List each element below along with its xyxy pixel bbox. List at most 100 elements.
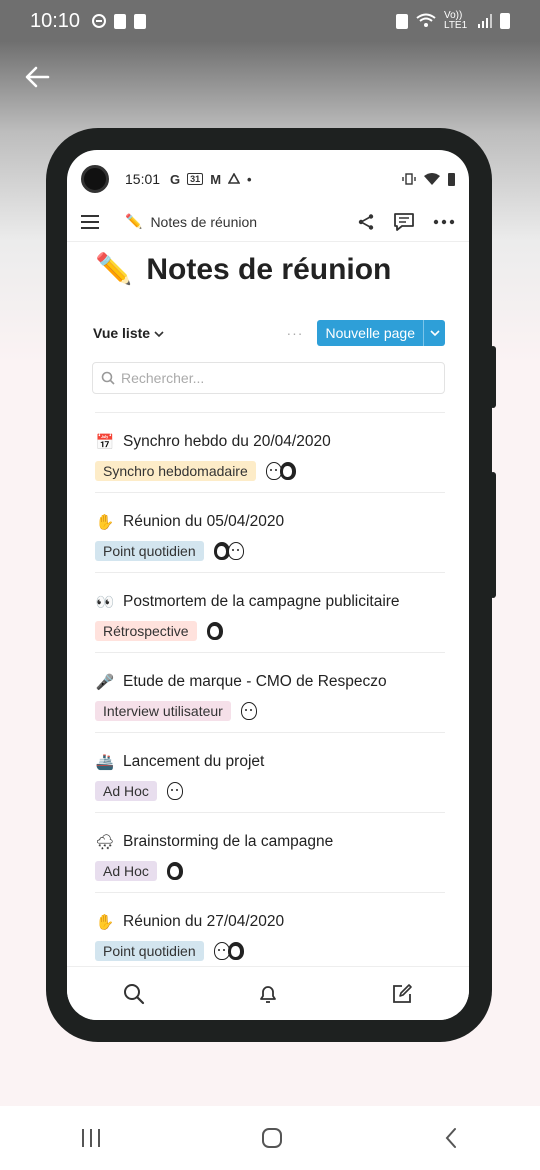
notification-app-icon xyxy=(134,13,147,29)
list-item-meta: Point quotidien xyxy=(95,941,445,961)
list-item-title-row: ✋ Réunion du 05/04/2020 xyxy=(95,513,445,531)
view-toolbar: Vue liste ··· Nouvelle page xyxy=(93,320,445,346)
home-icon[interactable] xyxy=(260,1126,284,1150)
list-item-title: Etude de marque - CMO de Respeczo xyxy=(123,673,387,690)
list-item[interactable]: 🎤 Etude de marque - CMO de Respeczo Inte… xyxy=(95,652,445,732)
list-item-title-row: 🚢 Lancement du projet xyxy=(95,753,445,771)
search-icon[interactable] xyxy=(122,982,146,1006)
alarm-icon xyxy=(396,13,408,29)
hamburger-menu-icon[interactable] xyxy=(81,214,99,229)
avatar xyxy=(166,862,183,880)
system-nav-bar xyxy=(0,1106,540,1170)
notes-list: 📅 Synchro hebdo du 20/04/2020 Synchro he… xyxy=(95,412,445,972)
list-item-meta: Ad Hoc xyxy=(95,861,445,881)
list-item-title: Réunion du 27/04/2020 xyxy=(123,913,285,930)
list-item-title-row: 🎤 Etude de marque - CMO de Respeczo xyxy=(95,673,445,691)
network-label: Vo)) LTE1 xyxy=(444,10,468,31)
view-label: Vue liste xyxy=(93,325,151,341)
back-arrow-icon[interactable] xyxy=(22,62,52,92)
list-item-meta: Ad Hoc xyxy=(95,781,445,801)
page-title: ✏️ Notes de réunion xyxy=(95,252,391,287)
list-item[interactable]: ✋ Réunion du 27/04/2020 Point quotidien xyxy=(95,892,445,972)
tag-badge: Interview utilisateur xyxy=(95,701,231,721)
tag-badge: Synchro hebdomadaire xyxy=(95,461,256,481)
list-item[interactable]: 🌨 Brainstorming de la campagne Ad Hoc xyxy=(95,812,445,892)
recent-apps-icon[interactable] xyxy=(79,1127,103,1149)
new-page-label: Nouvelle page xyxy=(325,325,415,341)
more-horizontal-icon[interactable] xyxy=(433,219,455,225)
list-item[interactable]: 👀 Postmortem de la campagne publicitaire… xyxy=(95,572,445,652)
list-item-title: Postmortem de la campagne publicitaire xyxy=(123,593,400,610)
list-item-title: Synchro hebdo du 20/04/2020 xyxy=(123,433,331,450)
signal-icon xyxy=(478,14,492,28)
phone-volume-button xyxy=(490,472,496,598)
device-time: 10:10 xyxy=(30,9,81,32)
device-status-bar: 10:10 Vo)) LTE1 xyxy=(0,0,540,42)
list-item[interactable]: ✋ Réunion du 05/04/2020 Point quotidien xyxy=(95,492,445,572)
list-item-title-row: ✋ Réunion du 27/04/2020 xyxy=(95,913,445,931)
tag-badge: Ad Hoc xyxy=(95,861,157,881)
list-item-title-row: 📅 Synchro hebdo du 20/04/2020 xyxy=(95,433,445,451)
avatar xyxy=(206,622,223,640)
microphone-icon: 🎤 xyxy=(95,674,115,691)
list-item-title: Lancement du projet xyxy=(123,753,265,770)
eyes-icon: 👀 xyxy=(95,594,115,611)
raised-hand-icon: ✋ xyxy=(95,914,115,931)
back-icon[interactable] xyxy=(441,1127,461,1149)
breadcrumb[interactable]: ✏️ Notes de réunion xyxy=(125,213,257,230)
compose-icon[interactable] xyxy=(390,982,414,1006)
tag-badge: Point quotidien xyxy=(95,541,204,561)
bell-icon[interactable] xyxy=(256,982,280,1006)
phone-screen: 15:01 G 31 M • ✏️ Notes de réunion ✏️ No… xyxy=(67,150,469,1020)
avatar-group xyxy=(206,622,223,640)
inner-status-bar: 15:01 G 31 M • xyxy=(125,168,455,190)
app-topbar: ✏️ Notes de réunion xyxy=(67,202,469,242)
chevron-down-icon xyxy=(154,331,164,338)
share-icon[interactable] xyxy=(357,213,375,231)
tag-badge: Ad Hoc xyxy=(95,781,157,801)
list-item-title-row: 👀 Postmortem de la campagne publicitaire xyxy=(95,593,445,611)
calendar-icon: 📅 xyxy=(95,434,115,451)
list-item-title-row: 🌨 Brainstorming de la campagne xyxy=(95,833,445,851)
list-item-title: Réunion du 05/04/2020 xyxy=(123,513,285,530)
new-page-button[interactable]: Nouvelle page xyxy=(317,320,445,346)
front-camera xyxy=(81,165,109,193)
avatar xyxy=(166,782,183,800)
avatar xyxy=(227,542,244,560)
list-item-meta: Interview utilisateur xyxy=(95,701,445,721)
search-icon xyxy=(101,371,115,385)
snow-cloud-icon: 🌨 xyxy=(95,834,115,851)
calendar-icon: 31 xyxy=(187,173,204,185)
phone-side-button xyxy=(490,346,496,408)
avatar-group xyxy=(213,542,244,560)
search-input[interactable]: Rechercher... xyxy=(92,362,445,394)
inner-wifi-icon xyxy=(424,173,440,185)
inner-time: 15:01 xyxy=(125,171,161,187)
page-emoji-icon: ✏️ xyxy=(95,253,133,286)
comment-icon[interactable] xyxy=(393,212,415,232)
dot-icon: • xyxy=(247,171,252,187)
chevron-down-icon xyxy=(429,330,440,337)
topbar-actions xyxy=(357,212,455,232)
view-selector[interactable]: Vue liste xyxy=(93,325,164,341)
list-item[interactable]: 📅 Synchro hebdo du 20/04/2020 Synchro he… xyxy=(95,412,445,492)
sd-card-icon xyxy=(114,13,127,29)
new-page-dropdown[interactable] xyxy=(423,320,445,346)
inner-status-right xyxy=(402,172,455,186)
app-bottom-bar xyxy=(67,966,469,1020)
avatar-group xyxy=(213,942,244,960)
pencil-icon: ✏️ xyxy=(125,213,143,229)
status-left-icons xyxy=(92,13,147,29)
list-item-meta: Synchro hebdomadaire xyxy=(95,461,445,481)
view-options-button[interactable]: ··· xyxy=(286,325,303,341)
avatar xyxy=(227,942,244,960)
gmail-icon: M xyxy=(210,171,222,187)
avatar-group xyxy=(265,462,296,480)
page-title-text: Notes de réunion xyxy=(146,252,392,286)
tag-badge: Rétrospective xyxy=(95,621,197,641)
list-item-title: Brainstorming de la campagne xyxy=(123,833,334,850)
ship-icon: 🚢 xyxy=(95,754,115,771)
breadcrumb-title: Notes de réunion xyxy=(150,213,258,230)
raised-hand-icon: ✋ xyxy=(95,514,115,531)
list-item[interactable]: 🚢 Lancement du projet Ad Hoc xyxy=(95,732,445,812)
